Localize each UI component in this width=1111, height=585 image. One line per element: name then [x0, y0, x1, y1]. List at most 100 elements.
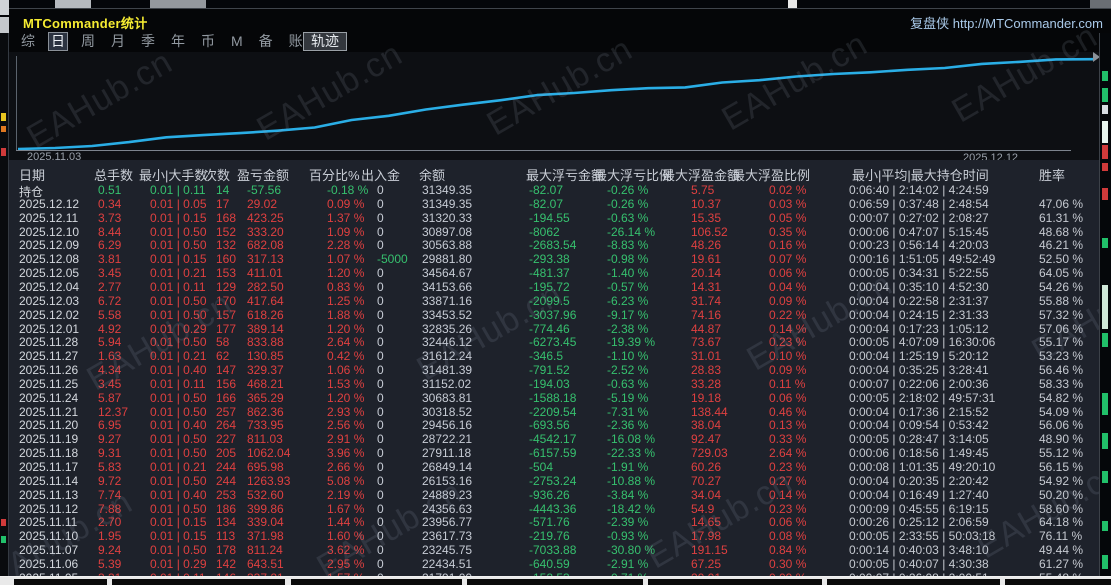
cell-win-rate: 58.60 %	[1039, 501, 1084, 516]
window-fragment	[1090, 0, 1111, 8]
cell-holding-time: 0:06:40 | 2:14:02 | 4:24:59	[849, 183, 989, 197]
cell-max-float-profit: 17.98	[691, 529, 722, 544]
cell-max-float-loss-pct: -18.42 %	[607, 501, 656, 516]
bottom-strip-segment	[1005, 579, 1111, 585]
cell-holding-time: 0:00:04 | 1:25:19 | 5:20:12	[849, 349, 989, 364]
cell-percent: 1.20 %	[327, 266, 365, 281]
cell-max-float-profit-pct: 0.23 %	[769, 460, 807, 474]
cell-total-lots: 5.94	[98, 335, 122, 350]
cell-count: 152	[216, 224, 237, 239]
cell-max-float-profit-pct: 0.07 %	[769, 252, 807, 267]
cell-win-rate: 61.27 %	[1039, 556, 1084, 571]
cell-total-lots: 9.27	[98, 432, 122, 447]
cell-in-out: -5000	[377, 252, 408, 267]
menu-item-daily[interactable]: 日	[48, 32, 68, 51]
candle-mark	[1102, 333, 1108, 347]
cell-date: 2025.12.08	[19, 252, 80, 267]
cell-min-max-lots: 0.01 | 0.21	[150, 349, 207, 364]
menu-item-quarterly[interactable]: 季	[138, 32, 158, 51]
cell-in-out: 0	[377, 390, 384, 405]
cell-date: 2025.11.10	[19, 529, 79, 544]
cell-in-out: 0	[377, 446, 384, 461]
cell-count: 14	[216, 183, 230, 197]
cell-count: 132	[216, 238, 237, 253]
cell-max-float-profit-pct: 0.02 %	[769, 183, 807, 197]
cell-max-float-loss-pct: -8.83 %	[607, 238, 649, 253]
cell-in-out: 0	[377, 487, 384, 502]
cell-holding-time: 0:06:59 | 0:37:48 | 2:48:54	[849, 196, 989, 211]
cell-holding-time: 0:00:26 | 0:25:12 | 2:06:59	[849, 515, 989, 530]
cell-profit: 130.85	[247, 349, 284, 364]
menu-item-currency[interactable]: 币	[198, 32, 218, 51]
cell-max-float-loss: -6157.59	[529, 446, 577, 461]
menu-item-weekly[interactable]: 周	[78, 32, 98, 51]
cell-max-float-profit: 19.61	[691, 252, 722, 267]
cell-profit: 1263.93	[247, 473, 291, 488]
cell-balance: 29456.16	[422, 418, 473, 433]
cell-holding-time: 0:00:04 | 0:09:54 | 0:53:42	[849, 418, 989, 433]
column-header-min-max-lots: 最小|大手数	[139, 168, 208, 183]
cell-count: 244	[216, 460, 237, 474]
cell-percent: 1.60 %	[327, 529, 365, 544]
cell-max-float-loss: -4542.17	[529, 432, 577, 447]
cell-percent: 5.08 %	[327, 473, 365, 488]
menu-item-summary[interactable]: 综	[18, 32, 38, 51]
cell-in-out: 0	[377, 335, 384, 350]
cell-profit: 833.88	[247, 335, 284, 350]
cell-total-lots: 3.81	[98, 252, 122, 267]
cell-in-out: 0	[377, 293, 384, 308]
cell-win-rate: 56.06 %	[1039, 418, 1084, 433]
cell-profit: 329.37	[247, 363, 284, 378]
cell-max-float-profit: 70.27	[691, 473, 722, 488]
cell-max-float-profit: 5.75	[691, 183, 715, 197]
chart-y-axis	[16, 56, 17, 150]
cell-max-float-profit-pct: 0.23 %	[769, 335, 807, 350]
cell-total-lots: 0.51	[98, 183, 122, 197]
cell-win-rate: 49.44 %	[1039, 543, 1084, 558]
cell-max-float-loss-pct: -2.36 %	[607, 418, 649, 433]
cell-max-float-profit: 74.16	[691, 307, 722, 322]
menu-item-magic[interactable]: M	[228, 32, 246, 51]
cell-date: 2025.11.25	[19, 376, 79, 391]
menu-item-notes[interactable]: 备	[256, 32, 276, 51]
cell-win-rate: 58.33 %	[1039, 376, 1084, 391]
cell-max-float-profit-pct: 0.06 %	[769, 515, 807, 530]
cell-date: 2025.11.24	[19, 390, 79, 405]
cell-min-max-lots: 0.01 | 0.40	[150, 418, 207, 433]
cell-max-float-profit: 33.28	[691, 376, 722, 391]
cell-profit: 417.64	[247, 293, 284, 308]
cell-max-float-profit-pct: 0.46 %	[769, 404, 807, 419]
cell-max-float-loss: -2209.54	[529, 404, 577, 419]
site-link[interactable]: 复盘侠 http://MTCommander.com	[910, 13, 1103, 32]
candle-mark	[1102, 88, 1108, 102]
cell-date: 2025.12.03	[19, 293, 80, 308]
cell-balance: 26849.14	[422, 460, 473, 474]
cell-total-lots: 4.92	[98, 321, 122, 336]
cell-count: 62	[216, 349, 230, 364]
cell-holding-time: 0:00:16 | 1:51:05 | 49:52:49	[849, 252, 996, 267]
candle-mark	[1102, 188, 1108, 200]
cell-profit: 811.24	[247, 543, 283, 558]
cell-max-float-loss-pct: -5.19 %	[607, 390, 649, 405]
menu-item-monthly[interactable]: 月	[108, 32, 128, 51]
track-button[interactable]: 轨迹	[303, 32, 347, 51]
cell-profit: 695.98	[247, 460, 284, 474]
cell-total-lots: 5.39	[98, 556, 122, 571]
menu-item-yearly[interactable]: 年	[168, 32, 188, 51]
cell-max-float-loss: -791.52	[529, 363, 570, 378]
cell-total-lots: 6.29	[98, 238, 122, 253]
cell-profit: 399.86	[247, 501, 284, 516]
cell-date: 2025.11.27	[19, 349, 79, 364]
cell-total-lots: 9.72	[98, 473, 122, 488]
cell-count: 227	[216, 432, 237, 447]
equity-chart	[9, 52, 1100, 160]
cell-balance: 24889.23	[422, 487, 473, 502]
cell-date: 2025.12.05	[19, 266, 80, 281]
cell-percent: 3.96 %	[327, 446, 365, 461]
cell-min-max-lots: 0.01 | 0.50	[150, 501, 207, 516]
cell-min-max-lots: 0.01 | 0.11	[150, 183, 206, 197]
cell-balance: 23617.73	[422, 529, 473, 544]
window-left-border	[8, 33, 9, 585]
cell-percent: 0.09 %	[327, 196, 365, 211]
cell-win-rate: 57.06 %	[1039, 321, 1084, 336]
